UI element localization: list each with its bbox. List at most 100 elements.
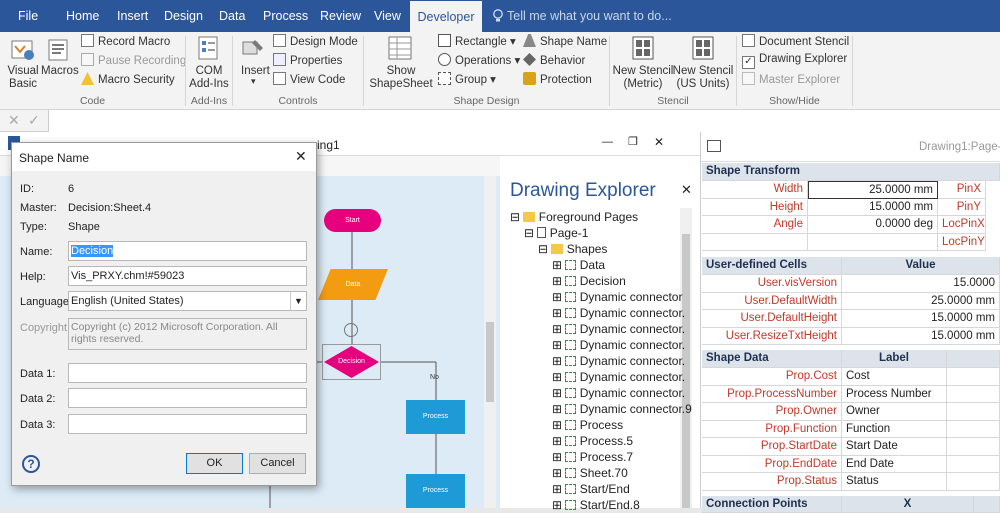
help-icon[interactable]: ? [22,455,40,473]
tab-developer[interactable]: Developer [410,0,482,32]
help-field[interactable]: Vis_PRXY.chm!#59023 [68,266,307,286]
cell-value[interactable]: 25.0000 mm [842,293,1000,311]
tree-item-label: Sheet.70 [580,466,628,480]
document-stencil-checkbox[interactable]: Document Stencil [742,34,849,48]
show-shapesheet-button[interactable]: Show ShapeSheet [369,65,433,91]
cancel-edit-icon[interactable]: ✕ [8,112,20,129]
flowchart-process-shape-2[interactable]: Process [406,474,465,508]
shapesheet-row: Prop.CostCost [702,368,1000,386]
tab-design[interactable]: Design [164,0,203,32]
chevron-down-icon[interactable]: ▼ [290,292,306,310]
group-button[interactable]: Group ▾ [438,72,496,86]
cell-value[interactable]: Process Number [842,386,947,404]
tree-item[interactable]: ⊞ Dynamic connector. [552,386,685,400]
cell-value[interactable]: 15.0000 mm [842,328,1000,346]
name-field[interactable]: Decision [68,241,307,261]
shape-node-icon [565,436,576,446]
tree-item[interactable]: ⊟ Page-1 [524,226,588,240]
tab-home[interactable]: Home [66,0,99,32]
flowchart-start-shape[interactable]: Start [324,209,381,232]
tree-item[interactable]: ⊞ Dynamic connector [552,290,682,304]
close-explorer-icon[interactable]: ✕ [681,182,692,198]
tell-me-search[interactable]: Tell me what you want to do... [507,0,672,32]
tree-item[interactable]: ⊞ Start/End.8 [552,498,640,512]
cell-name: PinX [938,181,986,199]
tree-item[interactable]: ⊞ Dynamic connector. [552,354,685,368]
tree-item[interactable]: ⊟ Foreground Pages [510,210,638,224]
accept-edit-icon[interactable]: ✓ [28,112,40,129]
cell-value[interactable]: Owner [842,403,947,421]
maximize-icon[interactable]: ❐ [628,135,638,148]
data3-field[interactable] [68,414,307,434]
cell-value[interactable]: 15.0000 mm [808,199,938,217]
tree-item[interactable]: ⊞ Process.5 [552,434,633,448]
tree-item[interactable]: ⊞ Dynamic connector. [552,306,685,320]
tab-process[interactable]: Process [263,0,308,32]
data1-field[interactable] [68,363,307,383]
insert-dropdown-icon[interactable]: ▾ [251,76,256,87]
tree-item[interactable]: ⊞ Dynamic connector.9 [552,402,692,416]
tree-item[interactable]: ⊞ Dynamic connector. [552,338,685,352]
tab-insert[interactable]: Insert [117,0,148,32]
behavior-button[interactable]: Behavior [523,53,585,67]
pause-recording-button[interactable]: Pause Recording [81,53,186,67]
design-mode-button[interactable]: Design Mode [273,34,358,48]
cell-value[interactable]: 15.0000 mm [842,310,1000,328]
close-dialog-icon[interactable]: ✕ [295,148,307,165]
new-stencil-us-button[interactable]: New Stencil (US Units) [672,65,734,91]
formula-input[interactable] [48,110,1000,132]
cell-value[interactable]: 15.0000 [842,275,1000,293]
flowchart-process-shape[interactable]: Process [406,400,465,434]
tree-item[interactable]: ⊞ Start/End [552,482,630,496]
cell-value[interactable]: 25.0000 mm [808,181,938,199]
ok-button[interactable]: OK [186,453,243,474]
tree-item[interactable]: ⊞ Sheet.70 [552,466,628,480]
minimize-icon[interactable]: — [602,136,613,148]
close-drawing-icon[interactable]: ✕ [654,135,664,149]
group-icon [438,72,451,85]
tab-file[interactable]: File [18,0,38,32]
operations-button[interactable]: Operations ▾ [438,53,520,67]
cell-name: User.visVersion [702,275,842,293]
tree-item[interactable]: ⊞ Data [552,258,605,272]
cell-value[interactable]: 0.0000 deg [808,216,938,234]
tab-view[interactable]: View [374,0,401,32]
tree-item[interactable]: ⊞ Process [552,418,623,432]
properties-button[interactable]: Properties [273,53,342,67]
cell-value[interactable]: Cost [842,368,947,386]
tree-item[interactable]: ⊞ Dynamic connector. [552,322,685,336]
shape-name-button[interactable]: Shape Name [523,34,607,48]
shapesheet-section-header: Shape Transform [702,163,1000,181]
visual-basic-button[interactable]: Visual Basic [6,65,40,91]
macros-button[interactable]: Macros [41,65,79,77]
macro-security-button[interactable]: Macro Security [81,72,175,86]
shapesheet-row: LocPinY [702,234,1000,252]
cell-value[interactable]: Start Date [842,438,947,456]
rectangle-button[interactable]: Rectangle ▾ [438,34,516,48]
tree-item[interactable]: ⊟ Shapes [538,242,607,256]
cell-value[interactable]: Function [842,421,947,439]
new-stencil-metric-button[interactable]: New Stencil (Metric) [612,65,674,91]
tree-item[interactable]: ⊞ Dynamic connector. [552,370,685,384]
protection-button[interactable]: Protection [523,72,592,86]
cell-value[interactable]: End Date [842,456,947,474]
com-addins-button[interactable]: COM Add-Ins [189,65,229,91]
rotation-handle-icon[interactable] [344,323,358,337]
shape-node-icon [565,324,576,334]
view-code-button[interactable]: View Code [273,72,345,86]
shapesheet-section-header: User-defined CellsValue [702,257,1000,275]
master-explorer-checkbox[interactable]: Master Explorer [742,72,840,86]
drawing-explorer-checkbox[interactable]: ✓Drawing Explorer [742,53,847,69]
tab-data[interactable]: Data [219,0,245,32]
tab-review[interactable]: Review [320,0,361,32]
tree-item[interactable]: ⊞ Process.7 [552,450,633,464]
cancel-button[interactable]: Cancel [249,453,306,474]
type-value: Shape [68,221,100,233]
tree-item[interactable]: ⊞ Decision [552,274,626,288]
group-label: Group [455,74,487,86]
record-macro-button[interactable]: Record Macro [81,34,170,48]
language-select[interactable]: English (United States)▼ [68,291,307,311]
cell-value[interactable] [808,234,938,252]
data2-field[interactable] [68,388,307,408]
cell-value[interactable]: Status [842,473,947,491]
